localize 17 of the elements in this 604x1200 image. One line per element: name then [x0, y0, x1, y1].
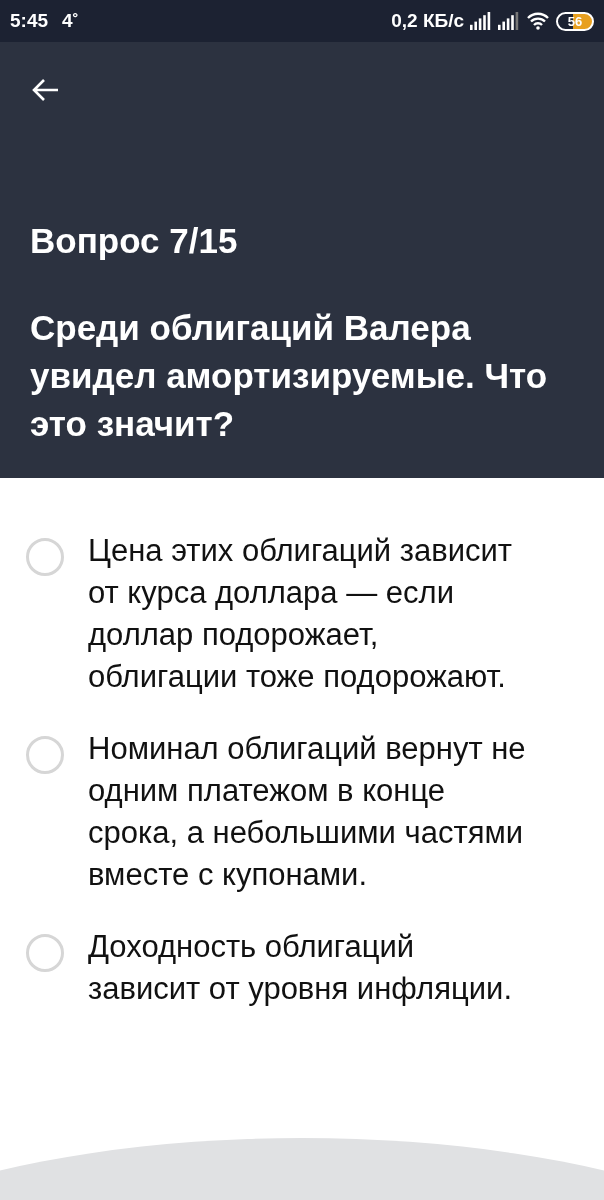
option-text: Цена этих облигаций зависит от курса доллара — если доллар подорожает, облигации тоже подорожают. — [88, 532, 514, 696]
radio-button[interactable] — [26, 538, 64, 576]
answer-option[interactable]: Цена этих облигаций зависит от курса доллара — если доллар подорожает, облигации тоже подорожают. — [26, 530, 578, 698]
signal-icon — [470, 12, 492, 30]
option-text: Доходность облигаций зависит от уровня инфляции. — [88, 928, 513, 1008]
option-text: Номинал облигаций вернут не одним платежом в конце срока, а небольшими частями вместе с купонами. — [88, 730, 527, 894]
answer-option[interactable]: Номинал облигаций вернут не одним платежом в конце срока, а небольшими частями вместе с купонами. — [26, 728, 578, 896]
answer-option[interactable]: Доходность облигаций зависит от уровня инфляции. — [26, 926, 578, 1010]
question-text: Среди облигаций Валера увидел амортизируемые. Что это значит? — [30, 307, 549, 445]
wifi-icon — [526, 12, 550, 30]
network-speed: 0,2 КБ/с — [391, 8, 464, 33]
radio-button[interactable] — [26, 736, 64, 774]
signal-icon — [498, 12, 520, 30]
question-counter: Вопрос 7/15 — [30, 220, 239, 262]
temperature: 4˚ — [62, 8, 79, 33]
clock: 5:45 — [10, 8, 49, 33]
radio-button[interactable] — [26, 934, 64, 972]
